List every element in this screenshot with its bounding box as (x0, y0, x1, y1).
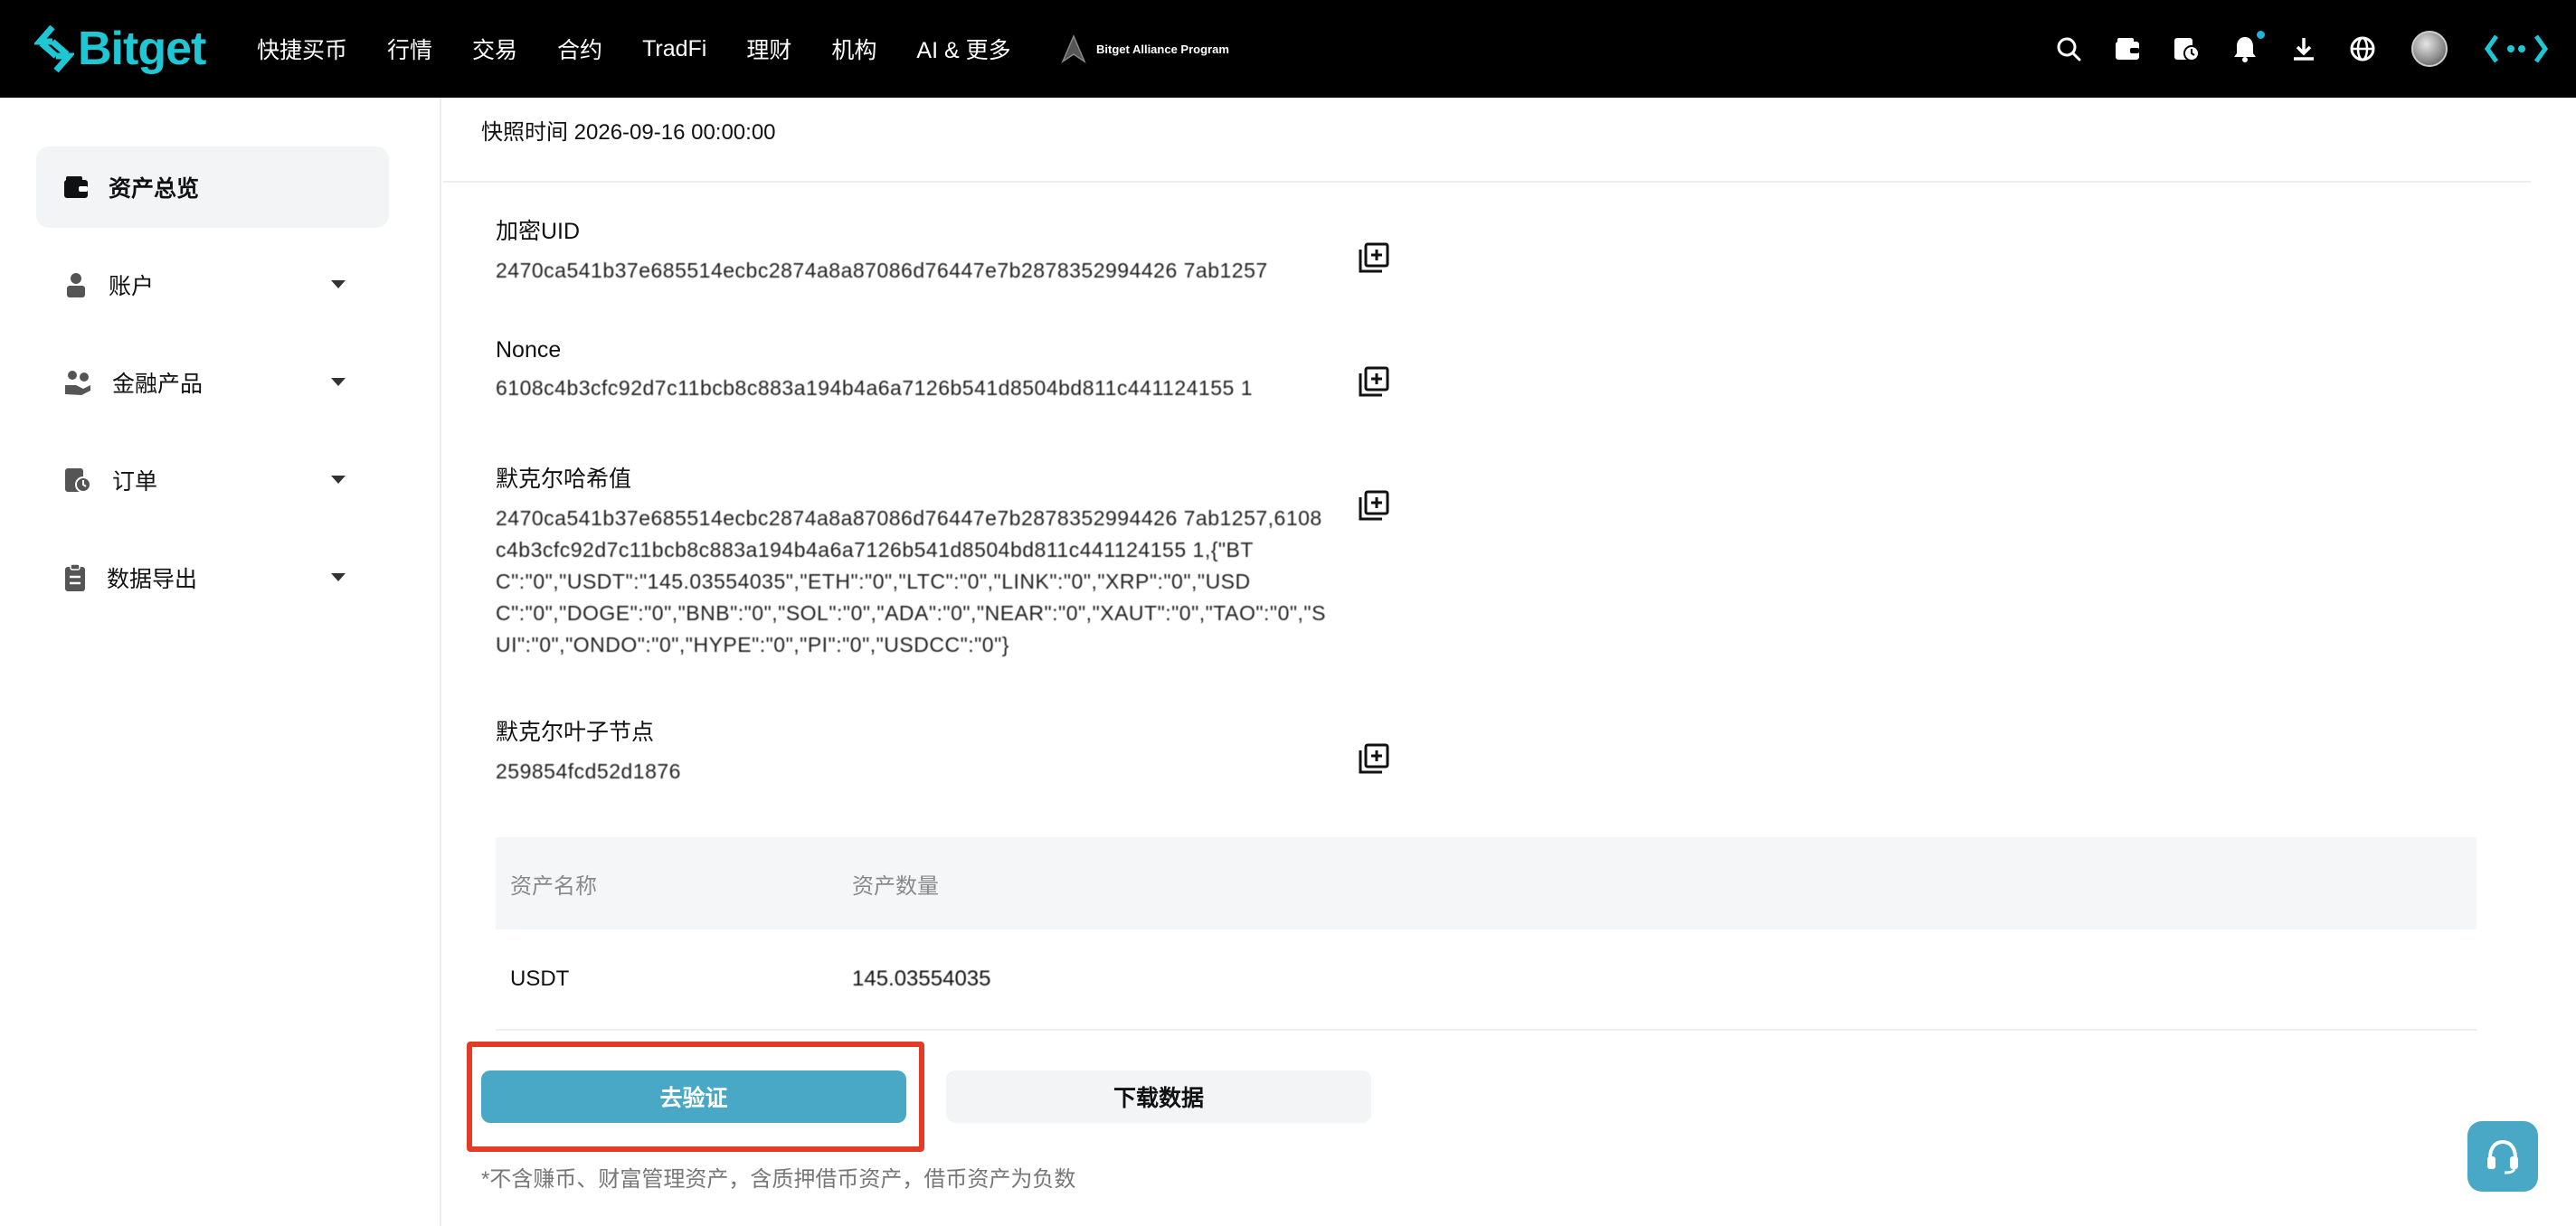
bell-icon[interactable] (2229, 29, 2267, 65)
wallet-icon[interactable] (2111, 33, 2144, 65)
order-icon (65, 468, 91, 493)
column-header-asset-name: 资产名称 (510, 873, 597, 899)
nav-item-ai-more[interactable]: AI & 更多 (916, 33, 1010, 65)
nav-item-earn[interactable]: 理财 (746, 33, 791, 65)
alliance-label: Bitget Alliance Program (1096, 42, 1229, 56)
footnote: *不含赚币、财富管理资产，含质押借币资产，借币资产为负数 (481, 1167, 1076, 1192)
logo-text: Bitget (78, 23, 206, 75)
sidebar-item-label: 数据导出 (107, 567, 198, 592)
field-merkle-hash: 默克尔哈希值 2470ca541b37e685514ecbc2874a8a870… (496, 461, 1436, 661)
sidebar-item-financial-products[interactable]: 金融产品 (36, 342, 389, 423)
sidebar-item-label: 金融产品 (112, 372, 204, 397)
nav-actions (2026, 0, 2549, 98)
notification-dot (2255, 29, 2267, 41)
copy-icon[interactable] (1359, 490, 1389, 521)
table-header: 资产名称 资产数量 (496, 837, 2477, 929)
search-icon[interactable] (2052, 33, 2085, 65)
logo-mark-icon (34, 25, 74, 72)
sidebar-item-label: 订单 (112, 469, 158, 495)
field-merkle-leaf: 默克尔叶子节点 259854fcd52d1876 (496, 714, 1436, 787)
copy-icon[interactable] (1359, 743, 1389, 774)
chevron-down-icon (331, 476, 346, 484)
alliance-logo-icon (1061, 34, 1086, 63)
field-label: Nonce (496, 337, 562, 363)
sidebar-item-label: 账户 (109, 274, 155, 299)
snapshot-time: 快照时间 2026-09-16 00:00:00 (481, 120, 776, 145)
field-value: 259854fcd52d1876 (496, 759, 681, 783)
account-icon (67, 273, 85, 297)
nav-item-quick-buy[interactable]: 快捷买币 (257, 33, 347, 65)
sidebar-item-data-export[interactable]: 数据导出 (36, 537, 389, 618)
field-value: 6108c4b3cfc92d7c11bcb8c883a194b4a6a7126b… (496, 376, 1253, 400)
avatar[interactable] (2411, 31, 2448, 67)
wallet-icon (64, 176, 88, 198)
field-value: 2470ca541b37e685514ecbc2874a8a87086d7644… (496, 259, 1268, 282)
sidebar-item-orders[interactable]: 订单 (36, 439, 389, 521)
top-navbar: Bitget 快捷买币 行情 交易 合约 TradFi 理财 机构 AI & 更… (0, 0, 2576, 98)
column-header-asset-amount: 资产数量 (852, 873, 939, 899)
highlight-annotation (467, 1042, 924, 1152)
sidebar-item-asset-overview[interactable]: 资产总览 (36, 146, 389, 228)
alliance-program-link[interactable]: Bitget Alliance Program (1060, 31, 1229, 67)
chevron-down-icon (331, 378, 346, 386)
divider (443, 181, 2531, 183)
field-label: 默克尔叶子节点 (496, 720, 655, 745)
table-row: USDT 145.03554035 (496, 929, 2477, 1031)
main-content: 快照时间 2026-09-16 00:00:00 加密UID 2470ca541… (443, 98, 2576, 1226)
copy-icon[interactable] (1359, 242, 1389, 273)
chevron-down-icon (331, 573, 346, 581)
nav-item-tradfi[interactable]: TradFi (642, 36, 706, 62)
chevron-down-icon (331, 280, 346, 288)
globe-icon[interactable] (2346, 33, 2379, 65)
asset-table: 资产名称 资产数量 USDT 145.03554035 (496, 837, 2477, 1031)
main-nav: 快捷买币 行情 交易 合约 TradFi 理财 机构 AI & 更多 (257, 0, 1051, 98)
nav-item-institutional[interactable]: 机构 (831, 33, 876, 65)
sidebar: 资产总览 账户 金融产品 订单 数据导出 (0, 98, 441, 1226)
order-history-icon[interactable] (2170, 33, 2202, 65)
download-data-button[interactable]: 下载数据 (946, 1070, 1371, 1123)
field-value: 2470ca541b37e685514ecbc2874a8a87086d7644… (496, 506, 1326, 656)
sidebar-item-account[interactable]: 账户 (36, 244, 389, 325)
field-encrypted-uid: 加密UID 2470ca541b37e685514ecbc2874a8a8708… (496, 213, 1436, 287)
download-icon[interactable] (2287, 33, 2320, 65)
bitget-logo[interactable]: Bitget (34, 20, 206, 78)
sidebar-item-label: 资产总览 (109, 176, 200, 202)
asset-amount-cell: 145.03554035 (852, 967, 991, 991)
field-label: 默克尔哈希值 (496, 467, 632, 492)
finance-icon (65, 371, 90, 395)
customer-support-button[interactable] (2467, 1121, 2538, 1192)
field-label: 加密UID (496, 219, 581, 244)
nav-item-trade[interactable]: 交易 (472, 33, 517, 65)
nav-item-markets[interactable]: 行情 (387, 33, 432, 65)
field-nonce: Nonce 6108c4b3cfc92d7c11bcb8c883a194b4a6… (496, 337, 1436, 404)
clipboard-icon (65, 563, 85, 591)
copy-icon[interactable] (1359, 366, 1389, 397)
nav-item-futures[interactable]: 合约 (557, 33, 602, 65)
brand-icon[interactable] (2484, 31, 2549, 67)
asset-name-cell: USDT (510, 967, 570, 991)
headset-icon (2487, 1139, 2518, 1174)
